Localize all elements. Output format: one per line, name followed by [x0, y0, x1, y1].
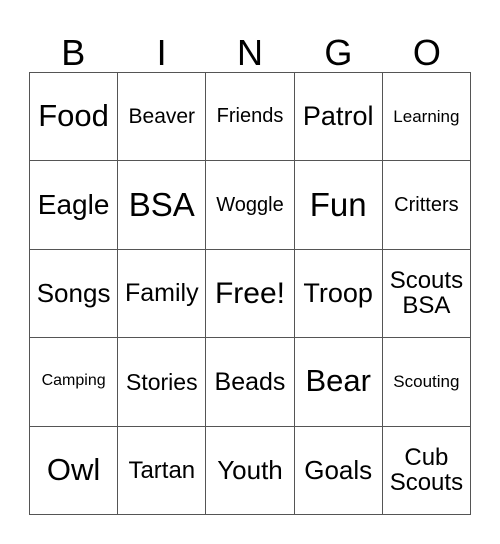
bingo-cell-label: Learning [393, 106, 460, 126]
bingo-cell-label: Troop [303, 278, 373, 309]
bingo-cell-label: Fun [309, 185, 367, 223]
bingo-cell[interactable]: Stories [118, 338, 207, 427]
bingo-grid: Food Beaver Friends Patrol Learning Eagl… [29, 72, 471, 515]
header-letter-g: G [324, 32, 353, 73]
bingo-cell-label: Friends [216, 105, 284, 128]
bingo-cell-label: Stories [125, 368, 198, 395]
bingo-card: B I N G O Food Beaver Friends Patrol Lea… [0, 0, 500, 544]
bingo-cell-label: Goals [304, 454, 373, 485]
bingo-cell-label: Bear [305, 363, 371, 399]
header-letter-n: N [237, 32, 264, 73]
bingo-cell[interactable]: Camping [30, 338, 119, 427]
bingo-cell-label: BSA [128, 185, 195, 223]
bingo-cell[interactable]: BSA [118, 161, 207, 250]
bingo-cell[interactable]: Troop [294, 249, 383, 339]
bingo-cell[interactable]: Learning [382, 73, 471, 162]
bingo-cell-label: Cub Scouts [389, 443, 464, 497]
bingo-cell[interactable]: Patrol [294, 73, 383, 162]
bingo-cell-label: Owl [46, 451, 101, 487]
header-letter-i: I [156, 32, 167, 73]
bingo-cell-label: Family [124, 279, 199, 308]
bingo-cell[interactable]: Family [118, 249, 207, 339]
bingo-header: B I N G O [29, 20, 471, 72]
bingo-cell-label: Beads [214, 367, 286, 396]
header-letter-o: O [412, 32, 441, 73]
bingo-cell-label: Food [38, 98, 109, 134]
bingo-cell-label: Patrol [302, 101, 374, 132]
bingo-cell[interactable]: Songs [30, 249, 119, 339]
bingo-cell-label: Scouting [393, 371, 460, 391]
bingo-cell[interactable]: Scouting [382, 338, 471, 427]
bingo-cell[interactable]: Food [30, 73, 119, 162]
bingo-cell-free[interactable]: Free! [206, 249, 295, 339]
bingo-cell-label: Tartan [128, 456, 196, 484]
bingo-cell[interactable]: Owl [30, 426, 119, 515]
bingo-cell[interactable]: Goals [294, 426, 383, 515]
bingo-cell[interactable]: Friends [206, 73, 295, 162]
bingo-cell-label: Scouts BSA [389, 267, 464, 320]
bingo-cell-label: Camping [41, 372, 106, 390]
bingo-cell-label: Eagle [37, 189, 110, 221]
bingo-cell[interactable]: Fun [294, 161, 383, 250]
bingo-cell-label: Critters [394, 193, 459, 216]
bingo-cell[interactable]: Bear [294, 338, 383, 427]
bingo-cell-label: Woggle [216, 193, 284, 216]
bingo-cell[interactable]: Cub Scouts [382, 426, 471, 515]
bingo-cell[interactable]: Youth [206, 426, 295, 515]
bingo-cell[interactable]: Beads [206, 338, 295, 427]
bingo-cell[interactable]: Tartan [118, 426, 207, 515]
bingo-cell[interactable]: Eagle [30, 161, 119, 250]
bingo-cell-label: Youth [217, 454, 283, 485]
bingo-cell-label: Beaver [128, 104, 196, 128]
bingo-cell[interactable]: Beaver [118, 73, 207, 162]
bingo-cell[interactable]: Critters [382, 161, 471, 250]
bingo-cell[interactable]: Woggle [206, 161, 295, 250]
header-letter-b: B [61, 32, 86, 73]
bingo-cell-label: Free! [214, 276, 285, 310]
bingo-cell[interactable]: Scouts BSA [382, 249, 471, 339]
bingo-cell-label: Songs [36, 277, 111, 308]
